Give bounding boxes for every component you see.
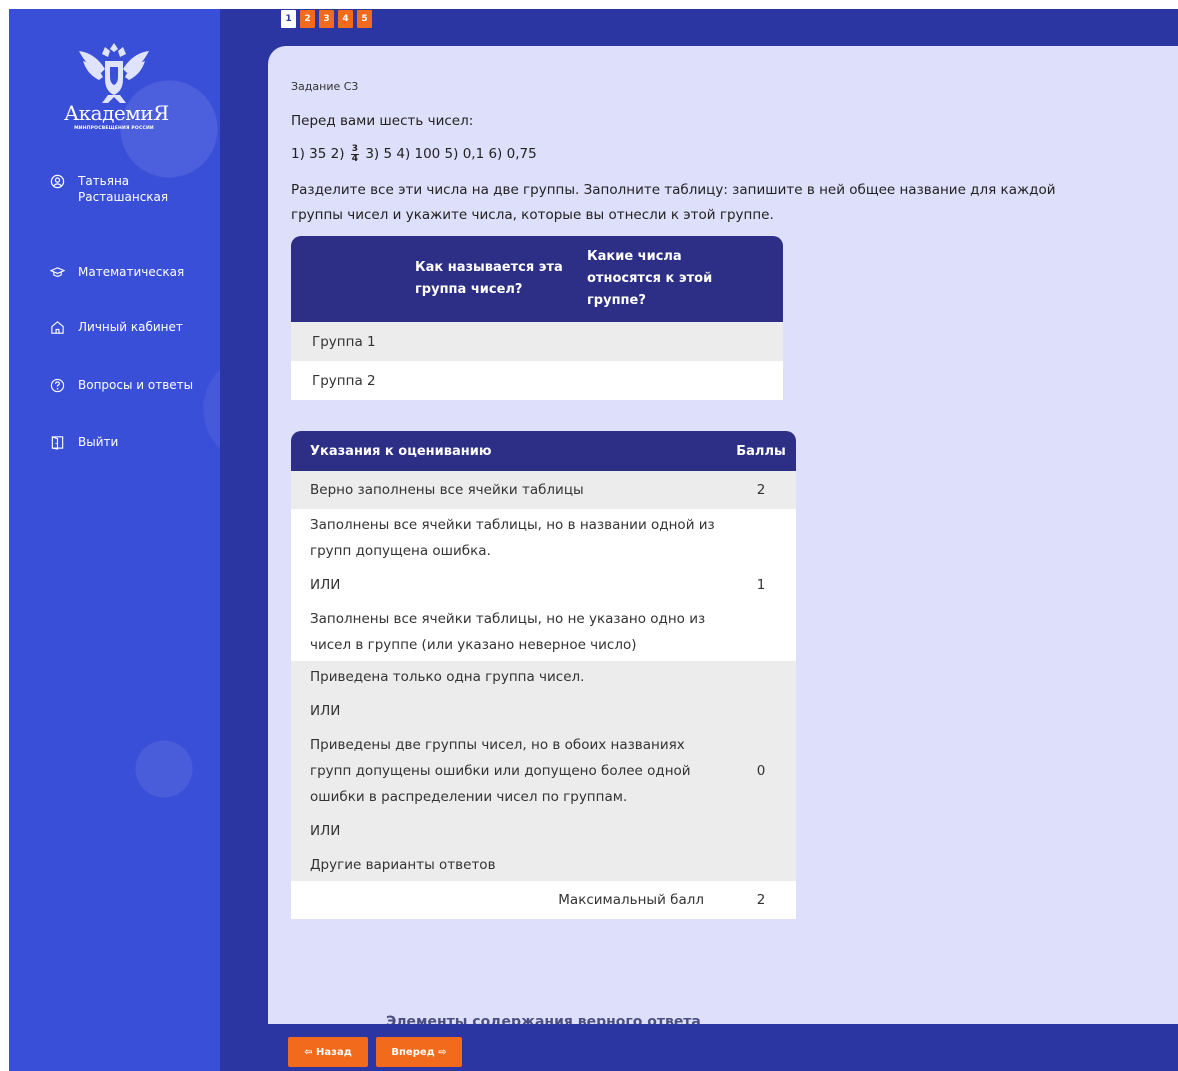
numbers-part-1: 1) 35 2)	[291, 146, 349, 162]
page-button-1[interactable]: 1	[281, 10, 296, 28]
logo-subtitle: МИНПРОСВЕЩЕНИЯ РОССИИ	[74, 126, 154, 131]
forward-button[interactable]: Вперед ⇨	[376, 1037, 462, 1067]
page-button-5[interactable]: 5	[357, 10, 372, 28]
criteria-or: ИЛИ	[310, 823, 341, 839]
exit-door-icon	[49, 434, 65, 450]
criteria-cell: Заполнены все ячейки таблицы, но в назва…	[291, 509, 726, 661]
fraction-three-quarters: 34	[350, 143, 360, 164]
table-row: Группа 1	[291, 322, 783, 361]
task-intro: Перед вами шесть чисел:	[291, 113, 474, 129]
sidebar-item-logout[interactable]: Выйти	[49, 434, 118, 450]
back-button[interactable]: ⇦ Назад	[288, 1037, 368, 1067]
score-cell: 2	[726, 471, 796, 509]
criteria-cell: Верно заполнены все ячейки таблицы	[291, 471, 726, 509]
page-button-2[interactable]: 2	[300, 10, 315, 28]
group-1-label: Группа 1	[291, 322, 783, 361]
grading-table-header: Указания к оцениванию Баллы	[291, 431, 796, 471]
criteria-or: ИЛИ	[310, 703, 341, 719]
fraction-denominator: 4	[351, 153, 359, 164]
criteria-text: Заполнены все ячейки таблицы, но не указ…	[310, 611, 706, 653]
fraction-numerator: 3	[350, 143, 360, 155]
page-button-3[interactable]: 3	[319, 10, 334, 28]
graduation-cap-icon	[49, 264, 65, 280]
group-2-label: Группа 2	[291, 361, 783, 400]
header-empty	[291, 236, 395, 322]
sidebar: АкадемиЯ МИНПРОСВЕЩЕНИЯ РОССИИ Татьяна Р…	[9, 9, 220, 1071]
header-points: Баллы	[726, 431, 796, 471]
academy-logo[interactable]: АкадемиЯ МИНПРОСВЕЩЕНИЯ РОССИИ	[64, 37, 169, 147]
max-score-value: 2	[726, 881, 796, 919]
home-icon	[49, 319, 65, 335]
sidebar-item-course[interactable]: Математическая	[49, 264, 184, 280]
next-section-heading: Элементы содержания верного ответа	[386, 1014, 701, 1024]
sidebar-item-label: Вопросы и ответы	[78, 378, 194, 392]
eagle-emblem-icon	[79, 43, 149, 103]
task-instruction-line2: группы чисел и укажите числа, которые вы…	[291, 207, 774, 223]
logo-wordmark: АкадемиЯ	[64, 101, 169, 125]
criteria-cell: Приведена только одна группа чисел. ИЛИ …	[291, 661, 726, 881]
criteria-text: Приведены две группы чисел, но в обоих н…	[310, 737, 691, 805]
sidebar-item-cabinet[interactable]: Личный кабинет	[49, 319, 183, 335]
header-group-name: Как называется эта группа чисел?	[395, 236, 587, 322]
sidebar-item-label: Выйти	[78, 435, 119, 449]
answer-table-header: Как называется эта группа чисел? Какие ч…	[291, 236, 783, 322]
grading-table: Указания к оцениванию Баллы Верно заполн…	[291, 431, 796, 919]
task-content-panel: Задание С3 Перед вами шесть чисел: 1) 35…	[268, 46, 1178, 1024]
table-row: Максимальный балл 2	[291, 881, 796, 919]
sidebar-item-faq[interactable]: Вопросы и ответы	[49, 377, 193, 393]
app-root: АкадемиЯ МИНПРОСВЕЩЕНИЯ РОССИИ Татьяна Р…	[0, 0, 1178, 1071]
sidebar-item-label: Личный кабинет	[78, 320, 183, 334]
user-name: Татьяна Расташанская	[78, 174, 169, 204]
answer-table: Как называется эта группа чисел? Какие ч…	[291, 236, 783, 400]
score-cell: 1	[726, 509, 796, 661]
criteria-text: Верно заполнены все ячейки таблицы	[310, 482, 584, 498]
sidebar-user-profile[interactable]: Татьяна Расташанская	[49, 173, 178, 205]
table-row: Верно заполнены все ячейки таблицы 2	[291, 471, 796, 509]
header-criteria: Указания к оцениванию	[291, 431, 726, 471]
question-circle-icon	[49, 377, 65, 393]
criteria-text: Заполнены все ячейки таблицы, но в назва…	[310, 517, 715, 559]
score-cell: 0	[726, 661, 796, 881]
task-numbers: 1) 35 2) 34 3) 5 4) 100 5) 0,1 6) 0,75	[291, 142, 537, 167]
task-pager: 1 2 3 4 5	[281, 10, 372, 28]
header-group-numbers: Какие числа относятся к этой группе?	[587, 236, 783, 322]
page-button-4[interactable]: 4	[338, 10, 353, 28]
criteria-text: Другие варианты ответов	[310, 857, 496, 873]
sidebar-item-label: Математическая	[78, 265, 185, 279]
task-instruction-line1: Разделите все эти числа на две группы. З…	[291, 182, 1056, 198]
task-label: Задание С3	[291, 80, 359, 93]
criteria-text: Приведена только одна группа чисел.	[310, 669, 585, 685]
user-icon	[49, 173, 65, 189]
max-score-label: Максимальный балл	[291, 881, 726, 919]
table-row: Группа 2	[291, 361, 783, 400]
numbers-part-2: 3) 5 4) 100 5) 0,1 6) 0,75	[361, 146, 537, 162]
table-row: Заполнены все ячейки таблицы, но в назва…	[291, 509, 796, 661]
table-row: Приведена только одна группа чисел. ИЛИ …	[291, 661, 796, 881]
criteria-or: ИЛИ	[310, 577, 341, 593]
